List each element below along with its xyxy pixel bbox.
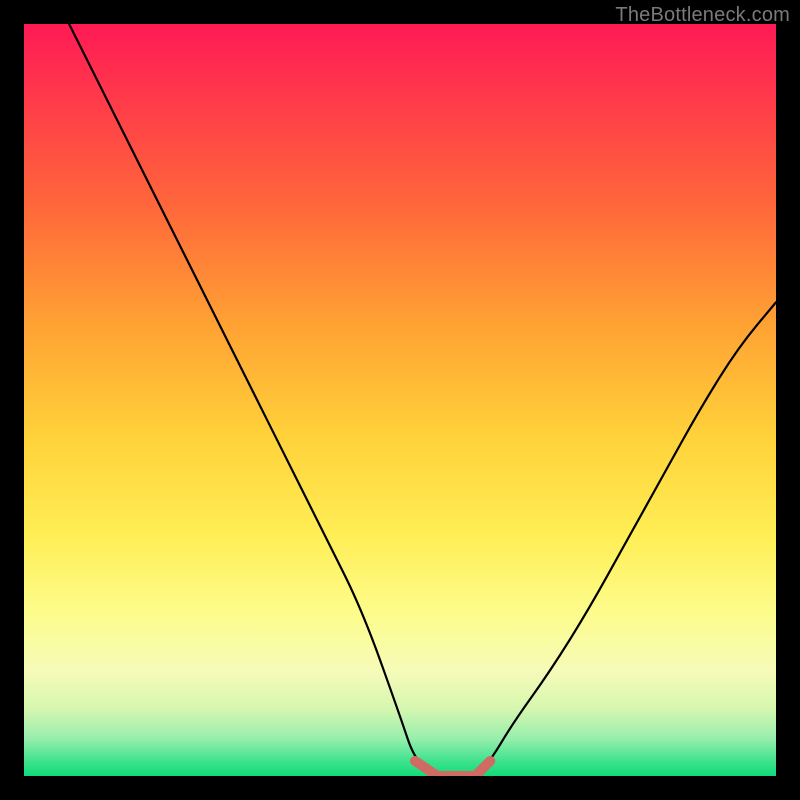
- curve-svg: [24, 24, 776, 776]
- curve-group: [69, 24, 776, 776]
- chart-frame: TheBottleneck.com: [0, 0, 800, 800]
- watermark-text: TheBottleneck.com: [615, 4, 790, 27]
- bottleneck-curve-path: [69, 24, 776, 776]
- plot-area: [24, 24, 776, 776]
- highlight-segment: [415, 761, 490, 776]
